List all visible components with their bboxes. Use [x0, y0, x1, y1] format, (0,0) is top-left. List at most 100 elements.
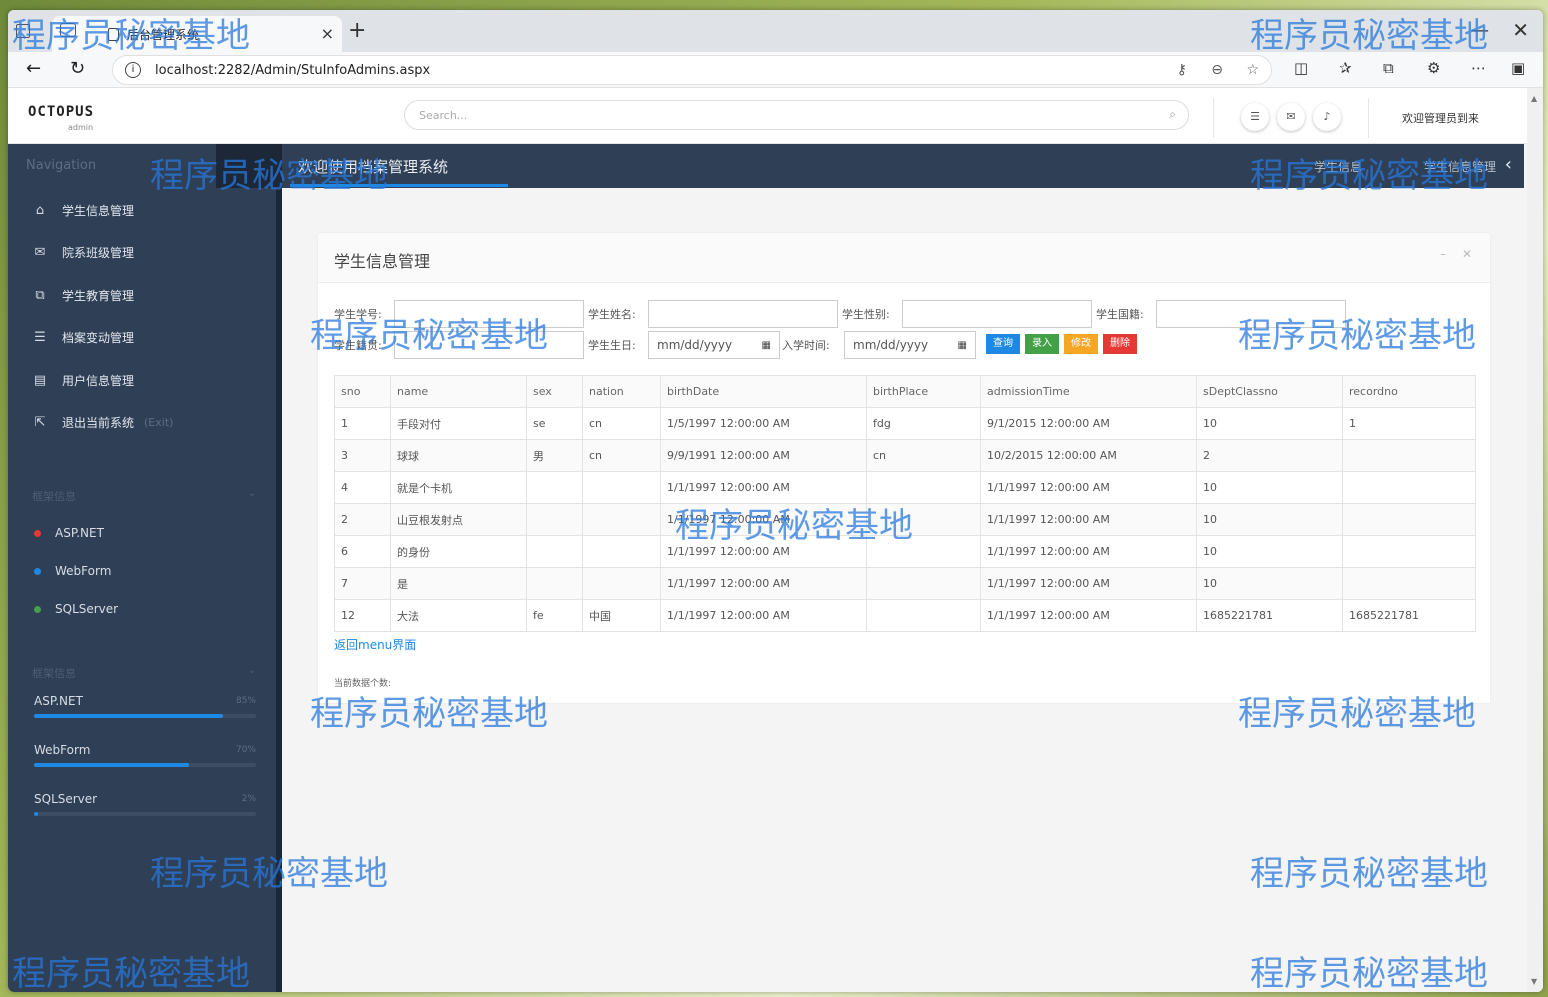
table-cell: cn — [582, 439, 661, 472]
col-header[interactable]: sDeptClassno — [1196, 375, 1343, 408]
table-cell: 球球 — [390, 439, 527, 472]
calendar-icon[interactable]: ▦ — [958, 340, 967, 351]
breadcrumb[interactable]: 学生信息 — [1314, 158, 1362, 175]
framework-item-sqlserver[interactable]: SQLServer — [34, 602, 118, 616]
minimize-icon[interactable]: – — [1440, 247, 1446, 261]
menu-lines-icon[interactable]: ☰ — [1241, 103, 1269, 131]
table-cell — [582, 567, 661, 600]
progress-bar-webform — [34, 763, 256, 767]
col-header[interactable]: sno — [334, 375, 391, 408]
search-input[interactable]: Search... ⌕ — [404, 100, 1189, 130]
window-close-icon[interactable]: ✕ — [1512, 18, 1529, 42]
sidebar-item-student-info[interactable]: ⌂ 学生信息管理 — [32, 200, 134, 220]
zoom-icon[interactable]: ⊖ — [1211, 62, 1223, 78]
key-icon[interactable]: ⚷ — [1177, 62, 1187, 78]
admission-date-input[interactable]: mm/dd/yyyy ▦ — [844, 331, 976, 359]
header-tab[interactable] — [216, 144, 282, 188]
table-cell: 大法 — [390, 599, 527, 632]
progress-percent: 2% — [241, 794, 256, 804]
date-placeholder: mm/dd/yyyy — [853, 338, 929, 352]
name-input[interactable] — [648, 300, 838, 328]
collections-icon[interactable]: ⧉ — [1383, 59, 1394, 77]
close-icon[interactable]: ✕ — [1462, 247, 1472, 261]
sidebar-item-exit[interactable]: ⇱ 退出当前系统 (Exit) — [32, 412, 174, 432]
url-field[interactable]: i localhost:2282/Admin/StuInfoAdmins.asp… — [112, 55, 1272, 85]
table-cell: 12 — [334, 599, 391, 632]
admin-welcome[interactable]: 欢迎管理员到来 — [1402, 110, 1479, 126]
new-tab-button[interactable]: + — [348, 18, 366, 43]
split-screen-icon[interactable]: ◫ — [1294, 59, 1308, 77]
col-header[interactable]: nation — [582, 375, 661, 408]
tab-actions-icon[interactable] — [16, 24, 30, 38]
table-row[interactable]: 4 就是个卡机 1/1/1997 12:00:00 AM 1/1/1997 12:00… — [334, 471, 1476, 504]
minimize-icon[interactable]: — — [1471, 20, 1489, 41]
logo-subtitle: admin — [68, 123, 94, 132]
list-icon: ☰ — [34, 329, 46, 345]
table-cell: 9/9/1991 12:00:00 AM — [660, 439, 867, 472]
query-button[interactable]: 查询 — [986, 334, 1020, 354]
tab-group-icon[interactable] — [60, 23, 76, 37]
table-row[interactable]: 7 是 1/1/1997 12:00:00 AM 1/1/1997 12:00:00 … — [334, 567, 1476, 600]
sex-input[interactable] — [902, 300, 1092, 328]
progress-bar-aspnet — [34, 714, 256, 718]
edit-button[interactable]: 修改 — [1064, 334, 1098, 354]
chevron-left-icon[interactable]: ‹ — [1505, 154, 1512, 175]
sidebar-item-archive-change[interactable]: ☰ 档案变动管理 — [32, 327, 134, 347]
calendar-icon[interactable]: ▦ — [762, 340, 771, 351]
browser-tab[interactable]: 后台管理系统 × — [52, 16, 342, 52]
table-cell: 7 — [334, 567, 391, 600]
sidebar-item-education[interactable]: ⧉ 学生教育管理 — [32, 285, 134, 305]
tab-close-icon[interactable]: × — [321, 24, 334, 43]
extensions-icon[interactable]: ⚙ — [1427, 59, 1440, 77]
tab-title: 后台管理系统 — [127, 27, 200, 42]
chevron-down-icon[interactable]: ⌄ — [248, 665, 256, 676]
delete-button[interactable]: 删除 — [1103, 334, 1137, 354]
favorite-star-icon[interactable]: ☆ — [1246, 62, 1259, 78]
sidebar-toggle-icon[interactable]: ▣ — [1511, 59, 1525, 77]
scroll-up-icon[interactable]: ▲ — [1531, 94, 1537, 103]
birthplace-input[interactable] — [394, 331, 584, 359]
table-cell: fe — [526, 599, 583, 632]
message-icon[interactable]: ✉ — [1277, 103, 1305, 131]
more-icon[interactable]: ⋯ — [1471, 59, 1486, 77]
back-to-menu-link[interactable]: 返回menu界面 — [334, 636, 416, 653]
framework-item-aspnet[interactable]: ASP.NET — [34, 526, 104, 540]
info-icon[interactable]: i — [125, 62, 141, 78]
framework-item-webform[interactable]: WebForm — [34, 564, 111, 578]
col-header[interactable]: admissionTime — [980, 375, 1197, 408]
table-row[interactable]: 1 手段对付 se cn 1/5/1997 12:00:00 AM fdg 9/1/2015… — [334, 407, 1476, 440]
nation-label: 学生国籍: — [1096, 308, 1144, 321]
refresh-icon[interactable]: ↻ — [70, 58, 85, 79]
active-underline — [290, 184, 508, 187]
chevron-down-icon[interactable]: ⌄ — [248, 488, 256, 499]
table-row[interactable]: 6 的身份 1/1/1997 12:00:00 AM 1/1/1997 12:00:0… — [334, 535, 1476, 568]
table-row[interactable]: 2 山豆根发射点 1/1/1997 12:00:00 AM 1/1/1997 12:0… — [334, 503, 1476, 536]
table-cell: se — [526, 407, 583, 440]
panel-title: 学生信息管理 — [334, 252, 431, 271]
table-row[interactable]: 12 大法 fe 中国 1/1/1997 12:00:00 AM 1/1/1997 12:… — [334, 599, 1476, 632]
table-cell: 10 — [1196, 407, 1343, 440]
birthdate-input[interactable]: mm/dd/yyyy ▦ — [648, 331, 780, 359]
external-link-icon: ⇱ — [34, 414, 46, 430]
address-bar: ← ↻ i localhost:2282/Admin/StuInfoAdmins… — [8, 52, 1543, 88]
vertical-scrollbar[interactable]: ▲ ▼ — [1527, 88, 1543, 992]
col-header[interactable]: name — [390, 375, 527, 408]
col-header[interactable]: birthDate — [660, 375, 867, 408]
nation-input[interactable] — [1156, 300, 1346, 328]
favorites-icon[interactable]: ✰ — [1339, 59, 1352, 77]
col-header[interactable]: recordno — [1342, 375, 1476, 408]
sidebar-item-label: 档案变动管理 — [62, 330, 135, 345]
table-cell: 中国 — [582, 599, 661, 632]
sno-input[interactable] — [394, 300, 584, 328]
col-header[interactable]: sex — [526, 375, 583, 408]
sidebar-item-dept-class[interactable]: ✉ 院系班级管理 — [32, 242, 134, 262]
scroll-down-icon[interactable]: ▼ — [1531, 977, 1537, 986]
back-icon[interactable]: ← — [26, 58, 41, 79]
sidebar-item-user-info[interactable]: ▤ 用户信息管理 — [32, 370, 134, 390]
search-icon[interactable]: ⌕ — [1169, 107, 1176, 122]
bell-icon[interactable]: ♪ — [1313, 103, 1341, 131]
col-header[interactable]: birthPlace — [866, 375, 981, 408]
progress-percent: 70% — [235, 745, 256, 755]
table-row[interactable]: 3 球球男 cn 9/9/1991 12:00:00 AM cn 10/2/2015 12… — [334, 439, 1476, 472]
add-button[interactable]: 录入 — [1025, 334, 1059, 354]
